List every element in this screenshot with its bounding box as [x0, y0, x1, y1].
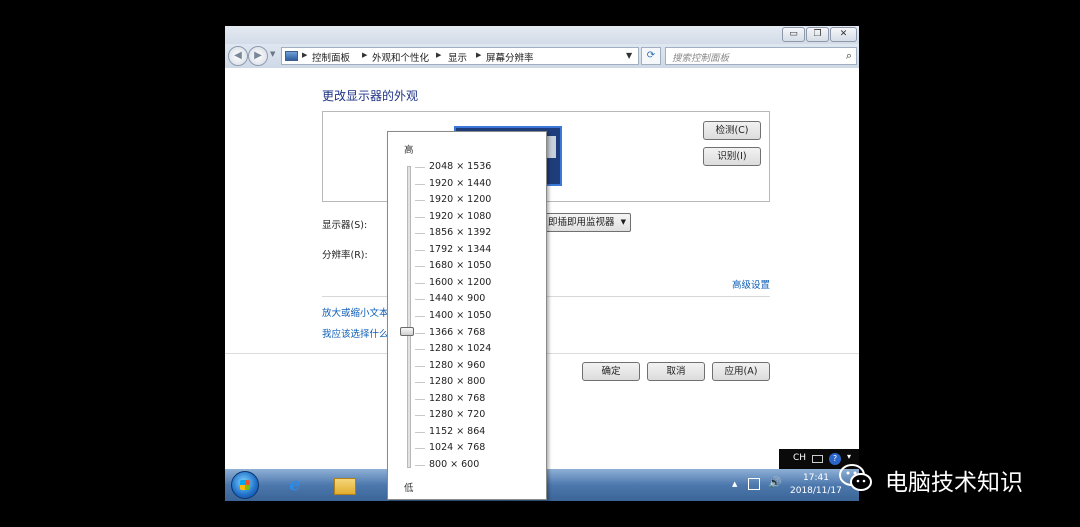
resolution-option[interactable]: 1024 × 768: [429, 442, 485, 453]
network-icon[interactable]: [748, 478, 760, 490]
breadcrumb[interactable]: ▶ 控制面板 ▶ 外观和个性化 ▶ 显示 ▶ 屏幕分辨率 ▼: [281, 47, 639, 65]
resolution-low-label: 低: [404, 483, 414, 494]
recent-pages-chevron-icon[interactable]: ▼: [270, 50, 275, 58]
resolution-option[interactable]: 1280 × 1024: [429, 343, 491, 354]
maximize-icon[interactable]: ❐: [806, 27, 829, 42]
resolution-tick: [415, 200, 425, 202]
text-size-link[interactable]: 放大或缩小文本: [322, 305, 389, 319]
resolution-tick: [415, 183, 425, 185]
show-hidden-icons-icon[interactable]: ▲: [732, 480, 737, 488]
resolution-tick: [415, 332, 425, 334]
resolution-tick: [415, 249, 425, 251]
search-icon[interactable]: ⌕: [846, 49, 852, 63]
advanced-settings-link[interactable]: 高级设置: [732, 277, 770, 291]
resolution-tick: [415, 431, 425, 433]
resolution-option[interactable]: 1280 × 960: [429, 360, 485, 371]
keyboard-icon[interactable]: [812, 455, 823, 463]
resolution-option[interactable]: 1280 × 800: [429, 376, 485, 387]
detect-button[interactable]: 检测(C): [703, 121, 761, 140]
breadcrumb-separator-icon[interactable]: ▶: [362, 51, 367, 59]
cancel-button[interactable]: 取消: [647, 362, 705, 381]
resolution-option[interactable]: 1440 × 900: [429, 293, 485, 304]
resolution-dropdown: 高 2048 × 1536 1920 × 1440 1920 × 1200 1920 …: [387, 131, 547, 500]
ok-button[interactable]: 确定: [582, 362, 640, 381]
resolution-tick: [415, 448, 425, 450]
apply-button[interactable]: 应用(A): [712, 362, 770, 381]
language-options-icon[interactable]: ▾: [847, 452, 851, 461]
wechat-logo-icon: [839, 464, 872, 491]
display-select[interactable]: 即插即用监视器 ▼: [545, 213, 631, 232]
watermark-text: 电脑技术知识: [885, 470, 1023, 496]
display-select-value: 即插即用监视器: [548, 217, 615, 228]
close-icon[interactable]: ✕: [830, 27, 857, 42]
resolution-tick: [415, 167, 425, 168]
resolution-tick: [415, 233, 425, 235]
address-bar: ◀ ▶ ▼ ▶ 控制面板 ▶ 外观和个性化 ▶ 显示 ▶ 屏幕分辨率 ▼ ⟳ 搜…: [225, 44, 859, 68]
address-history-chevron-icon[interactable]: ▼: [626, 51, 632, 60]
resolution-slider-thumb[interactable]: [400, 327, 414, 336]
resolution-option[interactable]: 800 × 600: [429, 459, 479, 470]
control-panel-icon: [285, 51, 298, 61]
search-placeholder: 搜索控制面板: [672, 53, 730, 64]
chevron-down-icon: ▼: [620, 218, 626, 226]
resolution-tick: [415, 382, 425, 384]
resolution-tick: [415, 365, 425, 367]
identify-button[interactable]: 识别(I): [703, 147, 761, 166]
title-bar: ▭ ❐ ✕: [225, 26, 859, 44]
forward-arrow-icon[interactable]: ▶: [248, 46, 268, 66]
resolution-label: 分辨率(R):: [322, 250, 368, 261]
resolution-tick: [415, 266, 425, 268]
breadcrumb-separator-icon[interactable]: ▶: [436, 51, 441, 59]
resolution-tick: [415, 299, 425, 301]
breadcrumb-resolution[interactable]: 屏幕分辨率: [486, 50, 534, 64]
resolution-tick: [415, 349, 425, 351]
resolution-option[interactable]: 1152 × 864: [429, 426, 485, 437]
minimize-icon[interactable]: ▭: [782, 27, 805, 42]
resolution-option[interactable]: 1400 × 1050: [429, 310, 491, 321]
volume-icon[interactable]: 🔊: [768, 476, 782, 489]
resolution-option[interactable]: 1920 × 1080: [429, 211, 491, 222]
search-input[interactable]: 搜索控制面板 ⌕: [665, 47, 857, 65]
resolution-option[interactable]: 2048 × 1536: [429, 161, 491, 172]
resolution-option[interactable]: 1920 × 1440: [429, 178, 491, 189]
internet-explorer-icon[interactable]: e: [282, 472, 308, 498]
start-button[interactable]: [231, 471, 259, 499]
resolution-option[interactable]: 1856 × 1392: [429, 227, 491, 238]
resolution-option[interactable]: 1280 × 768: [429, 393, 485, 404]
resolution-option[interactable]: 1280 × 720: [429, 409, 485, 420]
resolution-option[interactable]: 1680 × 1050: [429, 260, 491, 271]
resolution-tick: [415, 464, 425, 466]
breadcrumb-appearance[interactable]: 外观和个性化: [372, 50, 429, 64]
resolution-high-label: 高: [404, 145, 414, 156]
clock-date[interactable]: 2018/11/17: [790, 486, 842, 496]
resolution-slider-track[interactable]: [407, 166, 411, 468]
breadcrumb-display[interactable]: 显示: [448, 50, 467, 64]
language-indicator[interactable]: CH: [793, 453, 806, 463]
page-title: 更改显示器的外观: [322, 89, 419, 103]
clock-time[interactable]: 17:41: [803, 473, 829, 483]
resolution-option[interactable]: 1920 × 1200: [429, 194, 491, 205]
resolution-tick: [415, 282, 425, 284]
resolution-tick: [415, 415, 425, 417]
breadcrumb-control-panel[interactable]: 控制面板: [312, 50, 350, 64]
resolution-option[interactable]: 1792 × 1344: [429, 244, 491, 255]
file-explorer-icon[interactable]: [331, 472, 357, 498]
resolution-option[interactable]: 1600 × 1200: [429, 277, 491, 288]
help-choose-link[interactable]: 我应该选择什么: [322, 326, 389, 340]
breadcrumb-separator-icon[interactable]: ▶: [476, 51, 481, 59]
resolution-tick: [415, 216, 425, 218]
resolution-option[interactable]: 1366 × 768: [429, 327, 485, 338]
refresh-icon[interactable]: ⟳: [641, 47, 661, 65]
resolution-tick: [415, 315, 425, 317]
display-label: 显示器(S):: [322, 220, 368, 231]
monitor-screen-detail: [546, 136, 556, 158]
resolution-tick: [415, 398, 425, 400]
breadcrumb-separator-icon[interactable]: ▶: [302, 51, 307, 59]
back-arrow-icon[interactable]: ◀: [228, 46, 248, 66]
